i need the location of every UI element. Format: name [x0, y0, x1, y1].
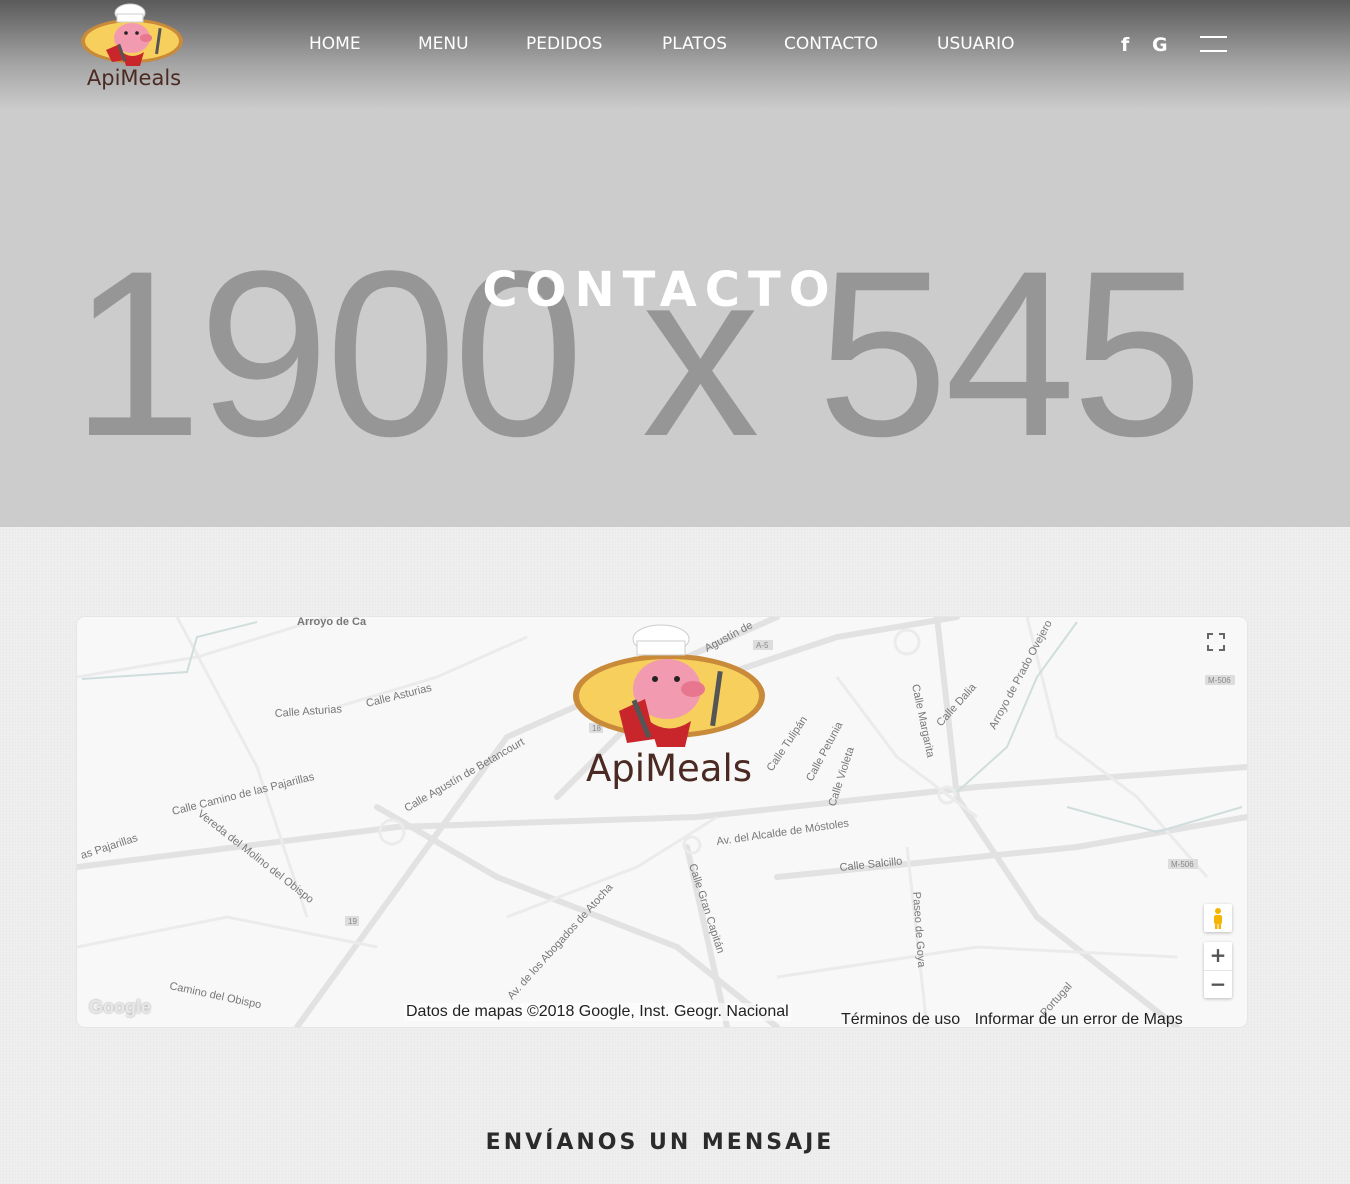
page-title: CONTACTO: [482, 262, 838, 318]
zoom-in-button[interactable]: +: [1204, 942, 1232, 969]
svg-text:M-506: M-506: [1171, 860, 1194, 869]
terms-link[interactable]: Términos de uso: [841, 1011, 960, 1027]
svg-text:19: 19: [348, 917, 357, 926]
map-marker-logo[interactable]: ApiMeals: [569, 621, 769, 796]
report-error-link[interactable]: Informar de un error de Maps: [975, 1011, 1183, 1027]
zoom-controls: + −: [1204, 942, 1232, 998]
nav-platos[interactable]: PLATOS: [662, 34, 727, 54]
nav-pedidos[interactable]: PEDIDOS: [526, 34, 602, 54]
brand-logo[interactable]: ApiMeals: [80, 0, 188, 95]
svg-text:M-506: M-506: [1208, 676, 1231, 685]
svg-text:Arroyo de Ca: Arroyo de Ca: [297, 617, 367, 628]
brand-name: ApiMeals: [86, 66, 182, 90]
google-map-logo[interactable]: Google: [89, 997, 151, 1018]
pig-chef-icon: [81, 3, 183, 66]
map-marker-name: ApiMeals: [586, 747, 752, 790]
nav-contacto[interactable]: CONTACTO: [784, 34, 878, 54]
fullscreen-glyph: [1207, 633, 1225, 651]
nav-menu[interactable]: MENU: [418, 34, 469, 54]
zoom-out-button[interactable]: −: [1204, 970, 1232, 998]
map-terms-links: Términos de uso Informar de un error de …: [841, 1011, 1183, 1027]
location-map[interactable]: Arroyo de Ca Calle Asturias Calle Asturi…: [77, 617, 1247, 1027]
fullscreen-icon[interactable]: [1203, 629, 1229, 655]
facebook-icon[interactable]: f: [1121, 34, 1129, 56]
pegman-glyph: [1214, 908, 1222, 929]
pig-chef-marker-icon: [573, 624, 765, 747]
pegman-icon[interactable]: [1204, 904, 1232, 932]
map-attribution: Datos de mapas ©2018 Google, Inst. Geogr…: [404, 1003, 791, 1021]
hamburger-icon[interactable]: [1200, 36, 1228, 52]
contact-form-title: ENVÍANOS UN MENSAJE: [485, 1130, 835, 1155]
nav-usuario[interactable]: USUARIO: [937, 34, 1015, 54]
google-icon[interactable]: G: [1152, 34, 1168, 56]
site-header: ApiMeals HOME MENU PEDIDOS PLATOS CONTAC…: [0, 0, 1350, 95]
nav-home[interactable]: HOME: [309, 34, 361, 54]
